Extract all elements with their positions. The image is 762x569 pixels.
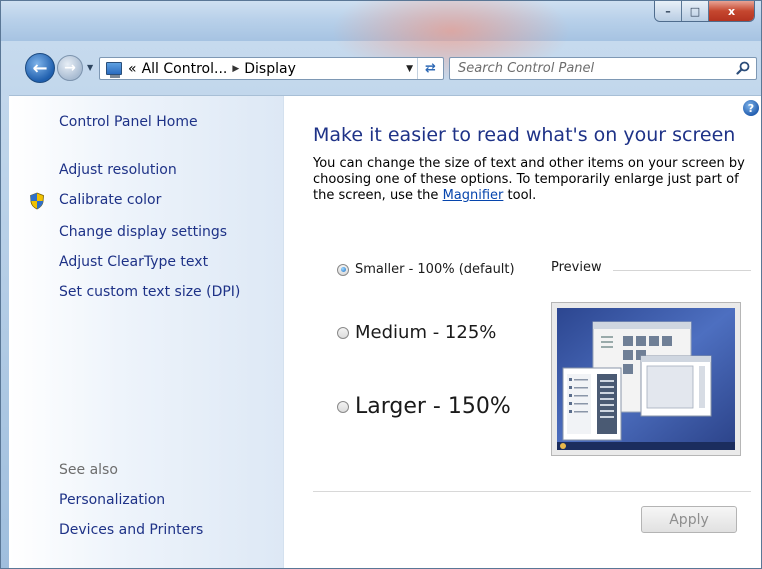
address-dropdown-icon[interactable]: ▼	[406, 64, 413, 74]
sidebar-item-personalization[interactable]: Personalization	[59, 492, 165, 508]
control-panel-window: – □ x ← → ▼ « All Control... ▶ Display ▼…	[0, 0, 762, 569]
breadcrumb-all-control-panel[interactable]: All Control...	[142, 61, 228, 77]
preview-label: Preview	[551, 260, 602, 275]
radio-larger[interactable]	[337, 400, 349, 413]
sidebar-item-devices-and-printers[interactable]: Devices and Printers	[59, 522, 203, 538]
radio-smaller[interactable]	[337, 263, 349, 276]
content-area: Control Panel Home Adjust resolution Cal…	[9, 95, 761, 568]
search-icon[interactable]	[736, 61, 750, 75]
sidebar-item-set-custom-text-size[interactable]: Set custom text size (DPI)	[59, 284, 240, 300]
see-also-heading: See also	[59, 462, 118, 478]
page-title: Make it easier to read what's on your sc…	[313, 124, 736, 146]
breadcrumb-chevron-icon[interactable]: ▶	[232, 64, 239, 74]
address-bar[interactable]: « All Control... ▶ Display ▼ ⇄	[99, 57, 444, 80]
help-icon[interactable]: ?	[743, 100, 759, 116]
navigation-bar: ← → ▼ « All Control... ▶ Display ▼ ⇄ Sea…	[1, 41, 761, 95]
title-bar: – □ x	[1, 1, 761, 81]
preview-divider	[613, 270, 751, 271]
sidebar-item-calibrate-color[interactable]: Calibrate color	[59, 192, 161, 208]
minimize-button[interactable]: –	[655, 1, 682, 21]
main-panel: ? Make it easier to read what's on your …	[285, 96, 761, 568]
search-placeholder: Search Control Panel	[458, 61, 595, 76]
option-smaller-label[interactable]: Smaller - 100% (default)	[355, 262, 515, 277]
forward-button[interactable]: →	[57, 55, 83, 81]
option-medium[interactable]: Medium - 125%	[337, 322, 496, 343]
sidebar: Control Panel Home Adjust resolution Cal…	[9, 96, 284, 568]
description-text-end: tool.	[503, 188, 537, 203]
uac-shield-icon	[30, 192, 44, 210]
display-monitor-icon	[106, 62, 122, 78]
page-description: You can change the size of text and othe…	[313, 156, 753, 204]
magnifier-link[interactable]: Magnifier	[443, 188, 504, 203]
preview-desktop-illustration	[557, 308, 735, 450]
option-larger-label[interactable]: Larger - 150%	[355, 394, 511, 419]
breadcrumb-display[interactable]: Display	[244, 61, 296, 77]
footer-divider	[313, 491, 751, 492]
radio-medium[interactable]	[337, 326, 349, 339]
sidebar-item-control-panel-home[interactable]: Control Panel Home	[59, 114, 198, 130]
preview-image	[551, 302, 741, 456]
option-larger[interactable]: Larger - 150%	[337, 394, 511, 419]
refresh-icon[interactable]: ⇄	[417, 58, 443, 79]
caption-buttons: – □ x	[654, 1, 755, 22]
close-button[interactable]: x	[709, 1, 754, 21]
search-input[interactable]: Search Control Panel	[449, 57, 757, 80]
back-button[interactable]: ←	[25, 53, 55, 83]
apply-button[interactable]: Apply	[641, 506, 737, 533]
sidebar-item-adjust-cleartype-text[interactable]: Adjust ClearType text	[59, 254, 208, 270]
sidebar-item-adjust-resolution[interactable]: Adjust resolution	[59, 162, 177, 178]
option-medium-label[interactable]: Medium - 125%	[355, 322, 496, 343]
recent-pages-dropdown-icon[interactable]: ▼	[87, 63, 97, 73]
address-prefix[interactable]: «	[128, 61, 137, 77]
option-smaller[interactable]: Smaller - 100% (default)	[337, 262, 515, 277]
maximize-button[interactable]: □	[682, 1, 709, 21]
sidebar-item-change-display-settings[interactable]: Change display settings	[59, 224, 227, 240]
